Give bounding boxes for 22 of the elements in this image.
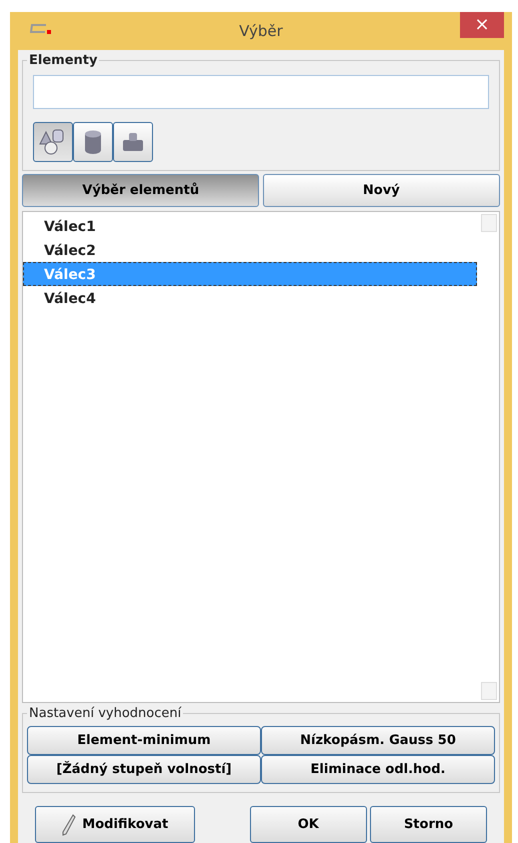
window-title: Výběr — [239, 20, 283, 42]
tab[interactable]: Výběr elementů — [22, 174, 260, 208]
cylinder-icon — [83, 129, 103, 155]
list-item[interactable]: Válec1 — [23, 214, 477, 238]
modify-button[interactable]: Modifikovat — [35, 806, 195, 843]
tool-button[interactable] — [113, 122, 153, 162]
list-item[interactable]: Válec2 — [23, 238, 477, 262]
option-button[interactable]: Element-minimum — [27, 726, 261, 755]
cancel-button[interactable]: Storno — [370, 806, 487, 843]
pencil-icon — [62, 814, 76, 836]
close-button[interactable]: × — [460, 12, 504, 38]
option-button[interactable]: Nízkopásm. Gauss 50 — [261, 726, 495, 755]
tab[interactable]: Nový — [262, 174, 500, 208]
option-button[interactable]: [Žádný stupeň volností] — [27, 755, 261, 784]
list-item[interactable]: Válec4 — [23, 286, 477, 310]
stacked-block-icon — [121, 131, 145, 153]
tool-button[interactable] — [73, 122, 113, 162]
tool-button[interactable] — [33, 122, 73, 162]
ok-button[interactable]: OK — [250, 806, 367, 843]
option-button[interactable]: Eliminace odl.hod. — [261, 755, 495, 784]
input-field[interactable] — [33, 75, 489, 109]
app-icon — [30, 24, 52, 34]
